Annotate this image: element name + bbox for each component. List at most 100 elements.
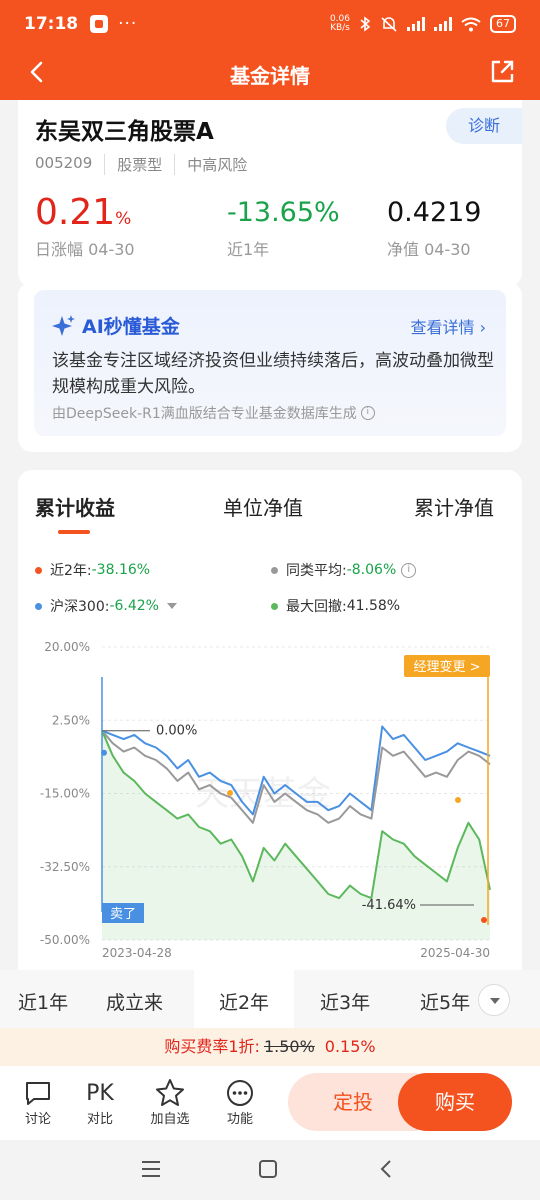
y-tick-label: -15.00% bbox=[40, 787, 90, 801]
x-tick-label: 2025-04-30 bbox=[420, 946, 490, 960]
ai-summary-panel[interactable]: AI秒懂基金 查看详情 › 该基金专注区域经济投资但业绩持续落后，高波动叠加微型… bbox=[34, 290, 506, 436]
legend-benchmark-value: -6.42% bbox=[109, 598, 159, 614]
bluetooth-icon bbox=[360, 16, 371, 32]
discuss-button[interactable]: 讨论 bbox=[8, 1078, 68, 1127]
fund-tags: 005209 股票型 中高风险 bbox=[35, 154, 259, 175]
compare-label: 对比 bbox=[86, 1112, 113, 1127]
ai-summary-text: 该基金专注区域经济投资但业绩持续落后，高波动叠加微型规模构成重大风险。 bbox=[52, 351, 494, 397]
min-annotation: -41.64% bbox=[362, 898, 416, 913]
y-tick-label: -50.00% bbox=[40, 933, 90, 947]
period-since-inception[interactable]: 成立来 bbox=[106, 988, 163, 1015]
wifi-icon bbox=[461, 17, 481, 31]
sparkle-icon bbox=[52, 314, 75, 336]
home-icon[interactable] bbox=[257, 1158, 279, 1180]
back-nav-icon[interactable] bbox=[375, 1158, 397, 1180]
zero-annotation: 0.00% bbox=[156, 724, 197, 739]
status-time: 17:18 bbox=[24, 14, 79, 34]
y-tick-label: 20.00% bbox=[44, 640, 90, 654]
event-point bbox=[455, 797, 461, 803]
ai-view-details-text: 查看详情 bbox=[410, 318, 475, 337]
signal-icon bbox=[407, 17, 425, 31]
app-notification-icon bbox=[90, 15, 109, 33]
performance-chart-card: 累计收益 单位净值 累计净值 近2年: -38.16% 同类平均: -8.06%… bbox=[18, 470, 522, 1030]
functions-label: 功能 bbox=[226, 1112, 253, 1127]
ai-source: 由DeepSeek-R1满血版结合专业基金数据库生成 i bbox=[52, 403, 375, 423]
discuss-label: 讨论 bbox=[24, 1112, 51, 1127]
compare-button[interactable]: PK 对比 bbox=[70, 1078, 130, 1128]
add-watchlist-button[interactable]: 加自选 bbox=[140, 1078, 200, 1127]
menu-icon[interactable] bbox=[140, 1158, 162, 1180]
nav-value: 0.4219 bbox=[387, 197, 482, 228]
tab-cumulative-nav[interactable]: 累计净值 bbox=[414, 492, 494, 521]
one-year-metric: -13.65% 近1年 bbox=[227, 196, 340, 260]
fund-type: 股票型 bbox=[104, 154, 174, 175]
mute-icon bbox=[381, 17, 397, 32]
legend-peer: 同类平均: -8.06% i bbox=[271, 560, 417, 580]
chevron-down-icon[interactable] bbox=[478, 984, 510, 1016]
period-2y[interactable]: 近2年 bbox=[194, 970, 294, 1030]
functions-button[interactable]: 功能 bbox=[210, 1078, 270, 1127]
daily-change-metric: 0.21% 日涨幅 04-30 bbox=[35, 195, 135, 260]
ai-title-text: AI秒懂基金 bbox=[82, 316, 180, 338]
fund-code: 005209 bbox=[35, 154, 93, 172]
legend-drawdown-value: 41.58% bbox=[346, 598, 401, 614]
period-selector: 近1年 成立来 近2年 近3年 近5年 bbox=[0, 970, 540, 1030]
add-watchlist-label: 加自选 bbox=[150, 1112, 190, 1127]
legend-drawdown-label: 最大回撤: bbox=[286, 599, 347, 615]
event-point bbox=[227, 790, 233, 796]
period-3y[interactable]: 近3年 bbox=[320, 988, 370, 1015]
nav-label: 净值 04-30 bbox=[387, 240, 471, 259]
end-point bbox=[481, 917, 487, 923]
bottom-action-bar: 讨论 PK 对比 加自选 功能 定投 购买 bbox=[0, 1066, 540, 1140]
fee-new: 0.15% bbox=[324, 1037, 376, 1056]
ai-title: AI秒懂基金 bbox=[52, 312, 180, 339]
legend-fund-value: -38.16% bbox=[91, 562, 151, 578]
info-icon[interactable]: i bbox=[401, 562, 417, 578]
legend-peer-value: -8.06% bbox=[346, 562, 397, 578]
sold-label: 卖了 bbox=[110, 907, 136, 922]
chevron-down-icon[interactable] bbox=[166, 603, 177, 609]
page-title: 基金详情 bbox=[230, 64, 310, 88]
battery-icon: 67 bbox=[490, 15, 516, 33]
chevron-right-icon: › bbox=[479, 318, 486, 337]
legend-benchmark-dot bbox=[35, 602, 42, 610]
legend-peer-dot bbox=[271, 566, 278, 574]
nav-metric: 0.4219 净值 04-30 bbox=[387, 196, 481, 260]
fund-risk: 中高风险 bbox=[174, 154, 259, 175]
one-year-value: -13.65% bbox=[227, 197, 340, 228]
more-icon bbox=[227, 1080, 253, 1106]
manager-change-label: 经理变更 > bbox=[413, 659, 480, 675]
daily-change-label: 日涨幅 04-30 bbox=[35, 240, 135, 259]
y-tick-label: -32.50% bbox=[40, 860, 90, 874]
legend-benchmark-label: 沪深300: bbox=[50, 599, 110, 615]
net-speed: 0.06 KB/s bbox=[329, 14, 350, 33]
info-icon[interactable]: i bbox=[360, 406, 375, 420]
buy-button[interactable]: 购买 bbox=[398, 1073, 512, 1131]
performance-chart[interactable]: 20.00% 2.50% -15.00% -32.50% -50.00% 2023-04-… bbox=[18, 635, 522, 965]
legend-fund-dot bbox=[35, 566, 42, 574]
one-year-label: 近1年 bbox=[227, 240, 270, 259]
daily-change-unit: % bbox=[115, 209, 132, 229]
signal-2-icon bbox=[434, 17, 452, 31]
fee-label: 购买费率1折: bbox=[164, 1037, 260, 1056]
star-icon bbox=[156, 1079, 184, 1106]
active-tab-indicator bbox=[58, 530, 90, 534]
tab-unit-nav[interactable]: 单位净值 bbox=[223, 492, 303, 521]
share-icon[interactable] bbox=[488, 58, 516, 86]
legend-fund-label: 近2年: bbox=[50, 563, 92, 579]
comment-icon bbox=[26, 1082, 50, 1105]
fund-name: 东吴双三角股票A bbox=[35, 119, 214, 145]
compare-icon: PK bbox=[86, 1080, 114, 1106]
nav-bar: 基金详情 bbox=[0, 48, 540, 100]
status-bar: 17:18 ··· 0.06 KB/s 67 bbox=[0, 0, 540, 48]
start-point bbox=[101, 749, 107, 756]
purchase-fee-banner: 购买费率1折: 1.50% 0.15% bbox=[0, 1028, 540, 1066]
period-1y[interactable]: 近1年 bbox=[18, 988, 68, 1015]
ai-view-details-link[interactable]: 查看详情 › bbox=[410, 314, 486, 338]
more-notifications-icon: ··· bbox=[118, 14, 138, 34]
diagnose-button[interactable]: 诊断 bbox=[446, 108, 522, 144]
tab-cumulative-return[interactable]: 累计收益 bbox=[35, 492, 115, 521]
period-5y[interactable]: 近5年 bbox=[420, 988, 475, 1015]
fee-old: 1.50% bbox=[263, 1037, 315, 1056]
legend-benchmark[interactable]: 沪深300: -6.42% bbox=[35, 596, 177, 616]
